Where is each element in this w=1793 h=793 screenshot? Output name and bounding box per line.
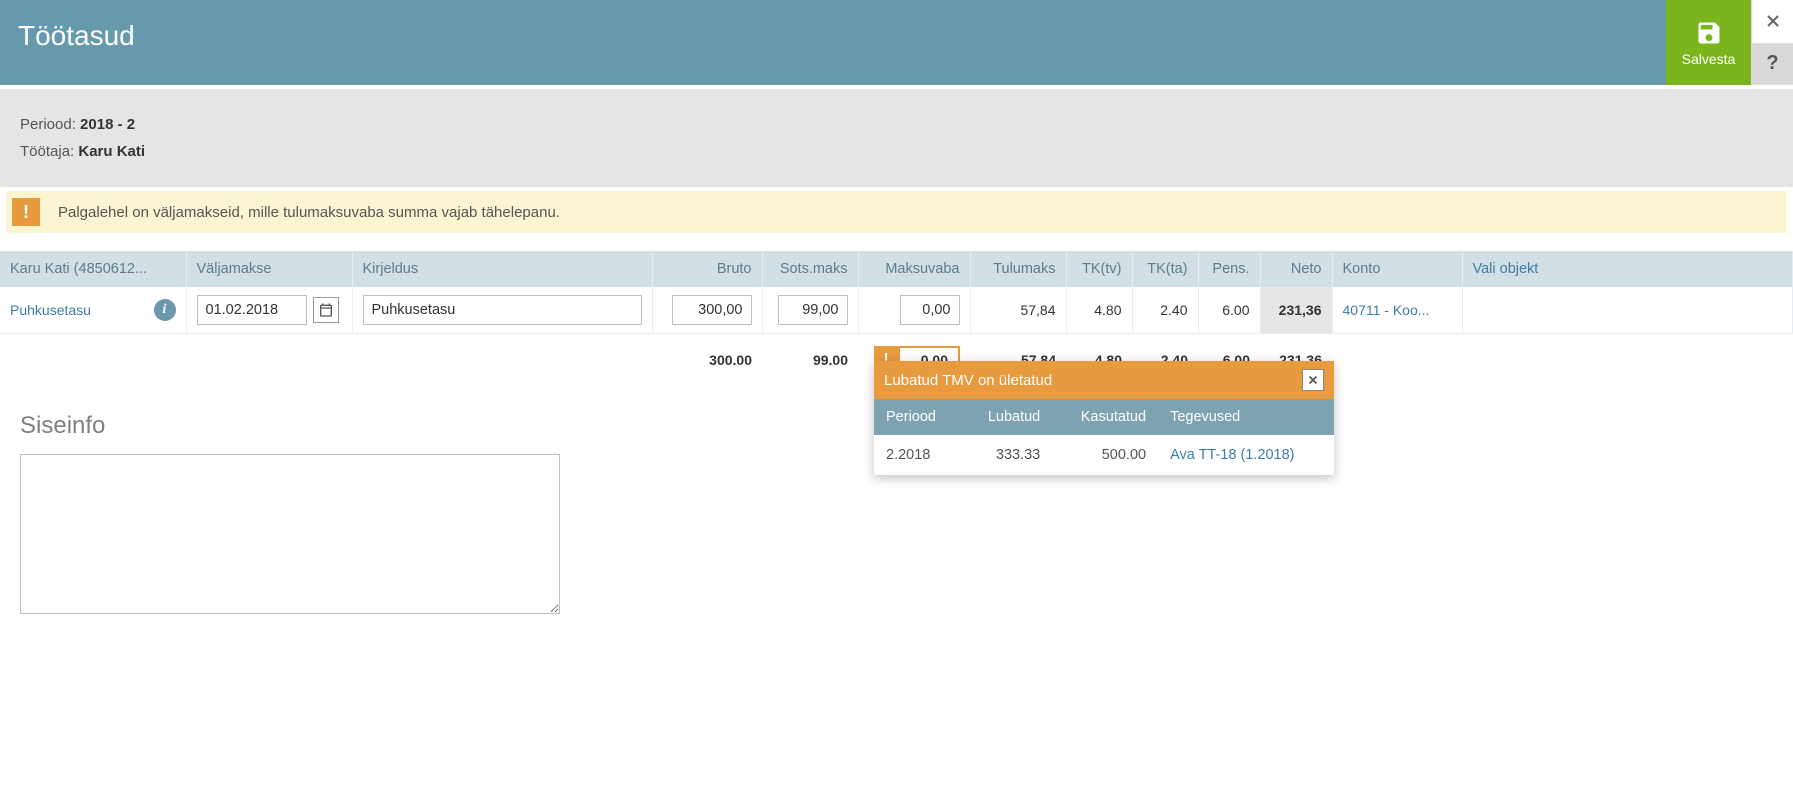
desc-input[interactable]	[363, 295, 642, 325]
col-neto: Neto	[1260, 251, 1332, 287]
save-icon	[1695, 19, 1723, 47]
col-name[interactable]: Karu Kati (4850612...	[0, 251, 186, 287]
table-row: Puhkusetasu i 57,84 4.80 2.40 6.00 231	[0, 287, 1793, 334]
period-label: Periood:	[20, 116, 76, 133]
popup-kasutatud: 500.00	[1052, 435, 1158, 475]
save-button-label: Salvesta	[1682, 51, 1736, 67]
col-maksuvaba: Maksuvaba	[858, 251, 970, 287]
col-tkta: TK(ta)	[1132, 251, 1198, 287]
popup-close-button[interactable]	[1302, 369, 1324, 391]
pens-cell: 6.00	[1198, 287, 1260, 334]
worker-value: Karu Kati	[78, 143, 145, 160]
close-icon	[1306, 373, 1320, 387]
total-bruto: 300.00	[652, 334, 762, 383]
save-button[interactable]: Salvesta	[1666, 0, 1751, 85]
help-button[interactable]: ?	[1752, 43, 1793, 86]
popup-col-kasutatud: Kasutatud	[1052, 399, 1158, 435]
alert-bar: ! Palgalehel on väljamakseid, mille tulu…	[6, 191, 1787, 233]
popup-title: Lubatud TMV on ületatud	[884, 372, 1052, 389]
col-desc: Kirjeldus	[352, 251, 652, 287]
popup-row: 2.2018 333.33 500.00 Ava TT-18 (1.2018)	[874, 435, 1334, 475]
bruto-input[interactable]	[672, 295, 752, 325]
popup-action-link[interactable]: Ava TT-18 (1.2018)	[1170, 447, 1294, 463]
popup-periood: 2.2018	[874, 435, 962, 475]
sots-input[interactable]	[778, 295, 848, 325]
close-button[interactable]	[1752, 0, 1793, 43]
page-title: Töötasud	[0, 0, 1666, 85]
popup-lubatud: 333.33	[962, 435, 1053, 475]
popup-col-periood: Periood	[874, 399, 962, 435]
col-bruto: Bruto	[652, 251, 762, 287]
worker-label: Töötaja:	[20, 143, 74, 160]
neto-cell: 231,36	[1260, 287, 1332, 334]
calendar-icon[interactable]	[313, 297, 339, 323]
info-icon[interactable]: i	[154, 299, 176, 321]
alert-text: Palgalehel on väljamakseid, mille tuluma…	[58, 204, 560, 221]
siseinfo-textarea[interactable]	[20, 454, 560, 614]
row-name-link[interactable]: Puhkusetasu	[10, 302, 91, 318]
col-konto: Konto	[1332, 251, 1462, 287]
select-object-link[interactable]: Vali objekt	[1473, 261, 1539, 277]
info-panel: Periood: 2018 - 2 Töötaja: Karu Kati	[0, 89, 1793, 187]
close-icon	[1763, 11, 1783, 31]
objekt-cell[interactable]	[1462, 287, 1793, 334]
col-tktv: TK(tv)	[1066, 251, 1132, 287]
period-value: 2018 - 2	[80, 116, 135, 133]
popup-col-lubatud: Lubatud	[962, 399, 1053, 435]
date-input[interactable]	[197, 295, 307, 325]
col-sots: Sots.maks	[762, 251, 858, 287]
col-pens: Pens.	[1198, 251, 1260, 287]
total-sots: 99.00	[762, 334, 858, 383]
tmv-popup: Lubatud TMV on ületatud Periood Lubatud …	[874, 361, 1334, 475]
col-tulumaks: Tulumaks	[970, 251, 1066, 287]
col-objekt[interactable]: Vali objekt	[1462, 251, 1793, 287]
popup-col-tegevused: Tegevused	[1158, 399, 1334, 435]
tulumaks-cell: 57,84	[970, 287, 1066, 334]
tkta-cell: 2.40	[1132, 287, 1198, 334]
tktv-cell: 4.80	[1066, 287, 1132, 334]
maksuvaba-input[interactable]	[900, 295, 960, 325]
col-payout: Väljamakse	[186, 251, 352, 287]
konto-link[interactable]: 40711 - Koo...	[1343, 302, 1430, 318]
warning-icon: !	[12, 198, 40, 226]
